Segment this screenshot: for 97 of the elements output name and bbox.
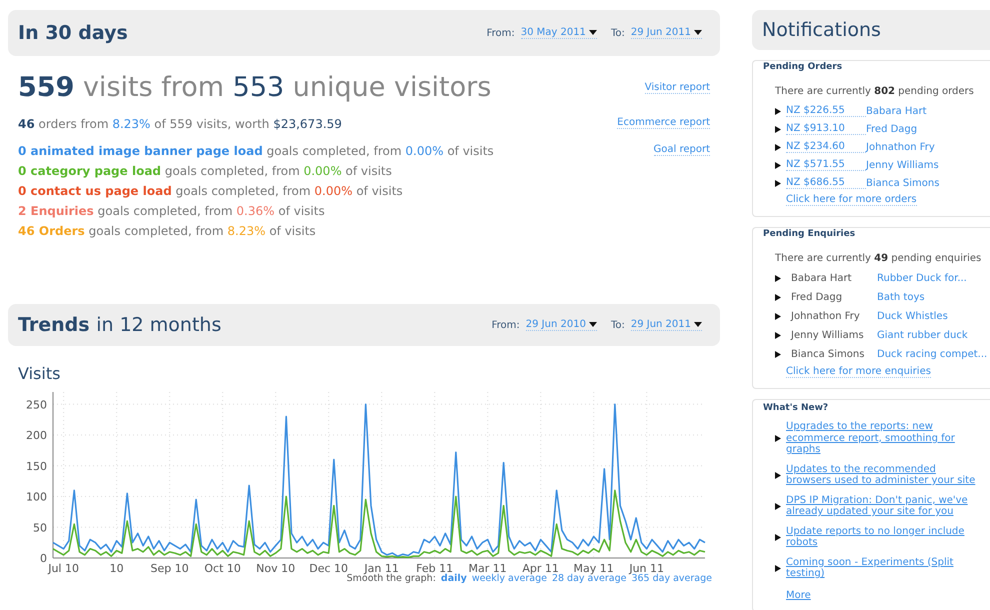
x-tick-label: Mar 11 — [468, 562, 507, 575]
order-amount-link[interactable]: NZ $913.10 — [786, 123, 866, 135]
bullet-icon — [775, 144, 781, 150]
news-link[interactable]: DPS IP Migration: Don't panic, we've already updated your site for you — [786, 494, 980, 518]
chart-title: Visits — [18, 364, 62, 383]
order-amount-link[interactable]: NZ $571.55 — [786, 159, 866, 171]
caret-icon — [694, 30, 702, 35]
customer-link[interactable]: Bianca Simons — [866, 178, 940, 188]
panel-legend: What's New? — [763, 403, 830, 413]
enquiry-subject-link[interactable]: Giant rubber duck — [877, 330, 968, 341]
panel-legend: Pending Orders — [763, 62, 844, 72]
section-title: Trends in 12 months — [18, 314, 222, 336]
visits-headline: 559 visits from 553 unique visitors — [18, 72, 492, 103]
customer-link[interactable]: Babara Hart — [866, 106, 927, 116]
enquiry-subject-link[interactable]: Bath toys — [877, 292, 925, 303]
bullet-icon — [775, 275, 781, 282]
bullet-icon — [775, 564, 781, 572]
order-amount-link[interactable]: NZ $234.60 — [786, 141, 866, 153]
customer-name: Babara Hart — [791, 273, 853, 284]
enquiry-subject-link[interactable]: Duck racing compet... — [877, 349, 988, 360]
bullet-icon — [775, 162, 781, 168]
ecommerce-report-link[interactable]: Ecommerce report — [617, 117, 710, 129]
date-dropdown[interactable]: 29 Jun 2011 — [630, 319, 702, 331]
order-amount-link[interactable]: NZ $226.55 — [786, 105, 866, 117]
goal-summary: 46 Orders goals completed, from 8.23% of visits — [18, 224, 317, 238]
y-tick-label: 200 — [26, 429, 47, 442]
date-dropdown[interactable]: 30 May 2011 — [520, 27, 597, 39]
bullet-icon — [775, 502, 781, 510]
x-tick-label: Feb 11 — [416, 562, 454, 575]
customer-name: Bianca Simons — [791, 349, 866, 360]
more-news-link[interactable]: More — [786, 590, 811, 600]
visitor-report-link[interactable]: Visitor report — [644, 82, 710, 94]
more-orders-link[interactable]: Click here for more orders — [786, 194, 917, 206]
bullet-icon — [775, 180, 781, 186]
x-tick-label: May 11 — [574, 562, 614, 575]
caret-icon — [588, 30, 597, 35]
enquiry-subject-link[interactable]: Rubber Duck for... — [877, 273, 967, 284]
to-label: To: — [610, 28, 625, 38]
news-link[interactable]: Update reports to no longer include robots — [786, 526, 980, 548]
to-label: To: — [610, 320, 625, 330]
customer-name: Fred Dagg — [791, 292, 844, 303]
goal-report-link[interactable]: Goal report — [654, 144, 710, 156]
x-tick-label: 10 — [110, 562, 124, 575]
smoothing-option-link[interactable]: 365 day average — [631, 573, 712, 584]
y-tick-label: 250 — [26, 398, 47, 412]
bullet-icon — [775, 472, 781, 478]
smoothing-option-link[interactable]: daily — [440, 573, 467, 584]
bullet-icon — [775, 126, 781, 132]
notifications-title: Notifications — [762, 19, 881, 41]
section-title: In 30 days — [18, 22, 128, 44]
enquiry-subject-link[interactable]: Duck Whistles — [877, 311, 948, 322]
from-label: From: — [486, 28, 515, 38]
bullet-icon — [775, 332, 781, 339]
customer-link[interactable]: Fred Dagg — [866, 124, 918, 134]
y-tick-label: 100 — [26, 490, 47, 504]
x-tick-label: Sep 10 — [150, 562, 189, 575]
caret-icon — [588, 322, 597, 327]
date-dropdown[interactable]: 29 Jun 2011 — [630, 27, 702, 39]
y-tick-label: 150 — [26, 460, 47, 473]
from-label: From: — [492, 320, 520, 330]
y-tick-label: 50 — [33, 521, 47, 534]
bullet-icon — [775, 108, 781, 114]
date-dropdown[interactable]: 29 Jun 2010 — [526, 319, 597, 331]
bullet-icon — [775, 294, 781, 301]
goal-summary: 0 contact us page load goals completed, from 0.00% of visits — [18, 184, 404, 198]
goal-summary: 0 animated image banner page load goals completed, from 0.00% of visits — [18, 144, 494, 158]
goal-summary: 2 Enquiries goals completed, from 0.36% of visits — [18, 204, 326, 218]
x-tick-label: Oct 10 — [204, 562, 241, 575]
x-tick-label: Jul 10 — [48, 562, 79, 575]
news-link[interactable]: Coming soon - Experiments (Split testing) — [786, 556, 980, 580]
smooth-label: Smooth the graph: — [346, 573, 436, 584]
customer-name: Jenny Williams — [791, 330, 865, 341]
order-amount-link[interactable]: NZ $686.55 — [786, 177, 866, 189]
x-tick-label: Jun 11 — [629, 562, 664, 575]
x-tick-label: Dec 10 — [309, 562, 348, 575]
caret-icon — [694, 322, 702, 327]
x-tick-label: Nov 10 — [256, 562, 296, 575]
bullet-icon — [775, 351, 781, 358]
pending-enquiries-count: There are currently 49 pending enquiries — [775, 253, 982, 264]
pending-orders-count: There are currently 802 pending orders — [775, 86, 975, 97]
y-tick-label: 0 — [40, 552, 47, 565]
bullet-icon — [775, 434, 781, 442]
orders-summary: 46 orders from 8.23% of 559 visits, worth $23,673.59 — [18, 117, 342, 131]
panel-legend: Pending Enquiries — [763, 229, 858, 239]
news-link[interactable]: Upgrades to the reports: new ecommerce report, smoothing for graphs — [786, 421, 980, 456]
news-link[interactable]: Updates to the recommended browsers used to administer your site — [786, 464, 980, 486]
goal-summary: 0 category page load goals completed, from 0.00% of visits — [18, 164, 393, 178]
x-tick-label: Jan 11 — [364, 562, 399, 575]
customer-name: Johnathon Fry — [791, 311, 861, 322]
smoothing-option-link[interactable]: 28 day average — [552, 573, 626, 584]
more-enquiries-link[interactable]: Click here for more enquiries — [786, 366, 931, 378]
customer-link[interactable]: Johnathon Fry — [866, 142, 935, 152]
smoothing-option-link[interactable]: weekly average — [472, 573, 547, 584]
bullet-icon — [775, 534, 781, 540]
bullet-icon — [775, 313, 781, 320]
customer-link[interactable]: Jenny Williams — [866, 160, 939, 170]
x-tick-label: Apr 11 — [522, 562, 559, 575]
